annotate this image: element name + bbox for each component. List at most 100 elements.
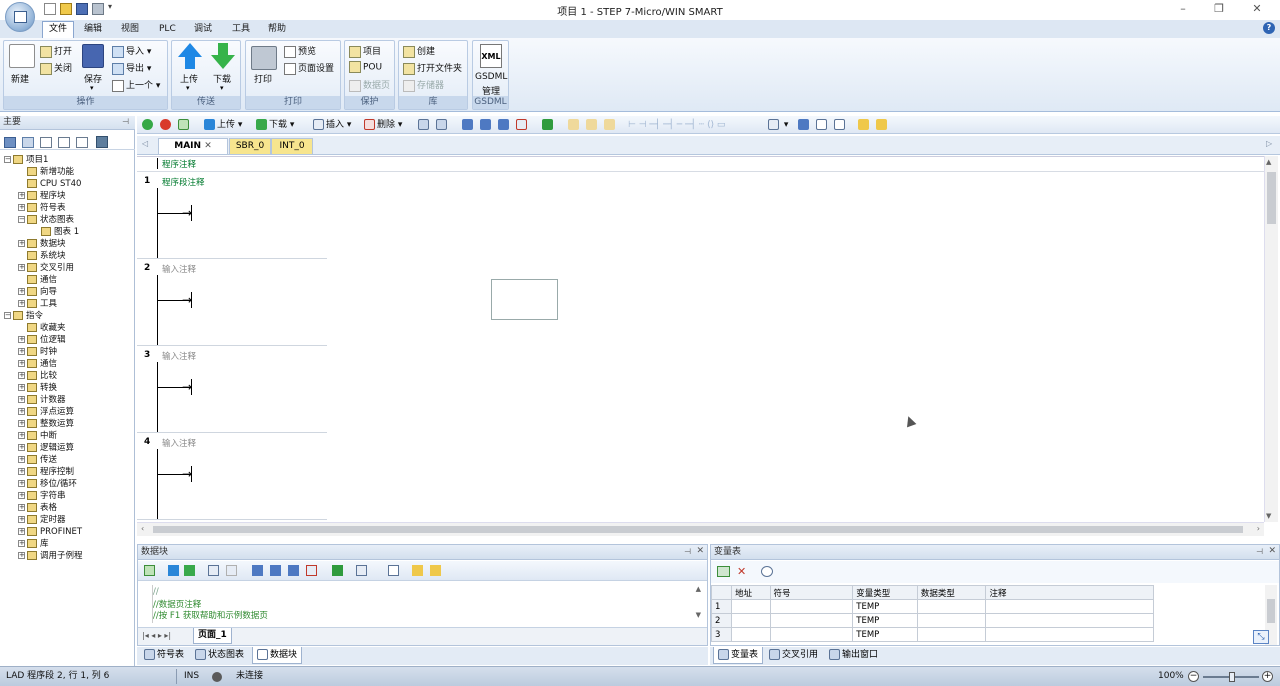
view-icon[interactable]: [4, 137, 16, 148]
db-bookmark-delete-icon[interactable]: [306, 565, 317, 576]
db-insert-icon[interactable]: [208, 565, 219, 576]
db-bookmark-prev-icon[interactable]: [288, 565, 299, 576]
pin-icon[interactable]: ⊣: [122, 117, 129, 126]
menu-plc[interactable]: PLC: [155, 22, 180, 38]
tree-item[interactable]: − 指令: [4, 310, 134, 322]
db-scroll-up-icon[interactable]: ▲: [696, 585, 701, 593]
minimize-icon[interactable]: –: [1176, 3, 1190, 15]
tree-item[interactable]: +系统块: [4, 250, 134, 262]
table-cell[interactable]: [916, 627, 987, 642]
symbol-table-icon[interactable]: [58, 137, 70, 148]
db-delete-icon[interactable]: [226, 565, 237, 576]
db-download-icon[interactable]: [184, 565, 195, 576]
tree-expand-icon[interactable]: +: [18, 420, 25, 427]
maximize-icon[interactable]: ❐: [1212, 3, 1226, 15]
tree-expand-icon[interactable]: +: [18, 456, 25, 463]
tree-item[interactable]: + 位逻辑: [4, 334, 134, 346]
db-scroll-down-icon[interactable]: ▼: [696, 611, 701, 619]
tree-expand-icon[interactable]: +: [18, 480, 25, 487]
toolbar-tool-12[interactable]: [798, 118, 811, 132]
zoom-in-icon[interactable]: +: [1262, 671, 1273, 682]
data-block-close-icon[interactable]: ✕: [696, 546, 704, 556]
program-comment[interactable]: 程序注释: [162, 158, 196, 170]
tree-expand-icon[interactable]: +: [18, 468, 25, 475]
toolbar-tool-2[interactable]: [436, 118, 449, 132]
toolbar-tool-4[interactable]: [480, 118, 493, 132]
protect-pou-button[interactable]: POU: [349, 61, 382, 73]
application-menu-button[interactable]: [5, 2, 35, 32]
tree-item[interactable]: +收藏夹: [4, 322, 134, 334]
tree-item[interactable]: + 移位/循环: [4, 478, 134, 490]
stop-button[interactable]: [160, 118, 173, 132]
network-comment[interactable]: 程序段注释: [162, 176, 205, 188]
table-cell[interactable]: [916, 613, 987, 628]
tab-sbr0[interactable]: SBR_0: [229, 138, 271, 154]
table-cell[interactable]: [769, 627, 854, 642]
tree-expand-icon[interactable]: +: [18, 516, 25, 523]
tree-expand-icon[interactable]: +: [18, 552, 25, 559]
tree-expand-icon[interactable]: +: [18, 432, 25, 439]
table-cell[interactable]: TEMP: [852, 599, 918, 614]
expand-icon[interactable]: ⤡: [1253, 630, 1269, 644]
tree-item[interactable]: + 计数器: [4, 394, 134, 406]
communication-icon[interactable]: [96, 136, 108, 148]
table-cell[interactable]: [731, 613, 771, 628]
tree-item[interactable]: + 表格: [4, 502, 134, 514]
preview-button[interactable]: 预览: [284, 44, 316, 58]
db-upload-icon[interactable]: [168, 565, 179, 576]
new-button[interactable]: 新建: [11, 72, 29, 85]
tab-cross-reference[interactable]: 交叉引用: [765, 647, 822, 664]
tree-expand-icon[interactable]: −: [18, 216, 25, 223]
tree-item[interactable]: + 调用子例程: [4, 550, 134, 562]
tree-item[interactable]: + 时钟: [4, 346, 134, 358]
toolbar-download-button[interactable]: 下载 ▾: [256, 118, 294, 132]
tree-item[interactable]: + 逻辑运算: [4, 442, 134, 454]
menu-tools[interactable]: 工具: [228, 22, 254, 38]
column-header[interactable]: 变量类型: [852, 585, 918, 600]
editor-horizontal-scrollbar[interactable]: ‹ ›: [137, 522, 1264, 536]
download-dropdown-icon[interactable]: ▾: [220, 84, 224, 92]
tree-expand-icon[interactable]: +: [18, 540, 25, 547]
toolbar-tool-11[interactable]: ▾: [768, 118, 788, 132]
tab-int0[interactable]: INT_0: [271, 138, 313, 154]
table-cell[interactable]: [731, 599, 771, 614]
db-bookmark-icon[interactable]: [252, 565, 263, 576]
hscroll-thumb[interactable]: [153, 526, 1243, 533]
table-row[interactable]: 2 TEMP: [710, 613, 1154, 628]
toolbar-tool-5[interactable]: [498, 118, 511, 132]
menu-help[interactable]: 帮助: [264, 22, 290, 38]
tree-item[interactable]: + 数据块: [4, 238, 134, 250]
data-block-pin-icon[interactable]: ⊣: [684, 547, 691, 556]
tree-item[interactable]: +新增功能: [4, 166, 134, 178]
tree-item[interactable]: − 项目1: [4, 154, 134, 166]
tree-expand-icon[interactable]: −: [4, 156, 11, 163]
column-header[interactable]: 符号: [769, 585, 854, 600]
gsdml-button[interactable]: GSDML: [475, 72, 507, 82]
table-cell[interactable]: [769, 599, 854, 614]
tab-symbol-table[interactable]: 符号表: [140, 647, 188, 664]
menu-file[interactable]: 文件: [42, 21, 74, 38]
db-properties-icon[interactable]: [388, 565, 399, 576]
scroll-thumb[interactable]: [1267, 172, 1276, 224]
open-button[interactable]: 打开: [40, 44, 72, 58]
tree-item[interactable]: + 库: [4, 538, 134, 550]
table-cell[interactable]: [916, 599, 987, 614]
tree-item[interactable]: + 转换: [4, 382, 134, 394]
compile-button[interactable]: [178, 118, 191, 132]
toolbar-tool-16[interactable]: [876, 118, 889, 132]
tree-item[interactable]: +通信: [4, 274, 134, 286]
toolbar-delete-button[interactable]: 删除 ▾: [364, 118, 402, 132]
upload-dropdown-icon[interactable]: ▾: [186, 84, 190, 92]
table-cell[interactable]: TEMP: [852, 613, 918, 628]
zoom-out-icon[interactable]: −: [1188, 671, 1199, 682]
db-bookmark-next-icon[interactable]: [270, 565, 281, 576]
db-goto-icon[interactable]: [332, 565, 343, 576]
network-comment[interactable]: 输入注释: [162, 263, 196, 275]
program-block-icon[interactable]: [40, 137, 52, 148]
tree-expand-icon[interactable]: +: [18, 492, 25, 499]
tab-output-window[interactable]: 输出窗口: [825, 647, 882, 664]
insert-row-icon[interactable]: [717, 566, 730, 577]
toolbar-tool-8[interactable]: [568, 118, 581, 132]
tree-item[interactable]: +通信: [4, 358, 134, 370]
page-setup-button[interactable]: 页面设置: [284, 61, 334, 75]
